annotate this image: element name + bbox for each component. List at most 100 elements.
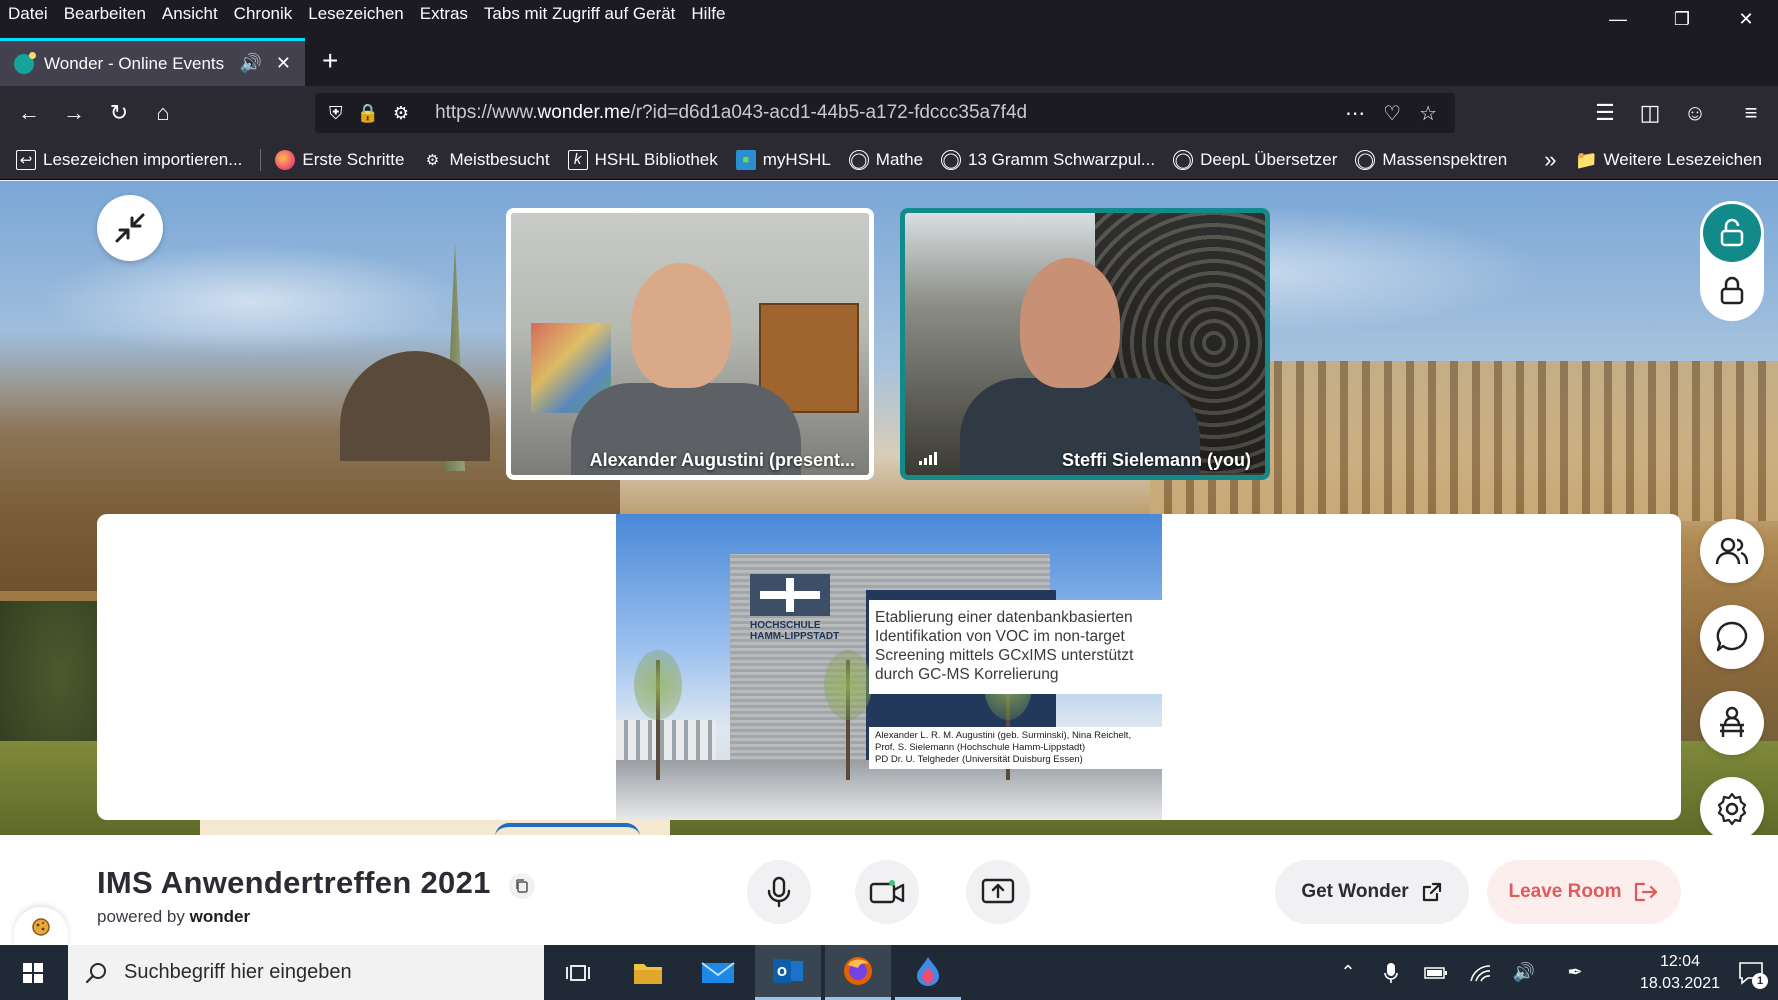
permissions-icon[interactable]: ⚙ bbox=[393, 103, 409, 124]
close-tab-icon[interactable]: ✕ bbox=[276, 53, 291, 74]
bookmarks-overflow-icon[interactable]: » bbox=[1544, 147, 1556, 173]
menu-hilfe[interactable]: Hilfe bbox=[691, 4, 725, 24]
sidebar-icon[interactable]: ◫ bbox=[1633, 96, 1667, 130]
people-icon bbox=[1715, 537, 1749, 565]
bookmark-deepl[interactable]: ◯ DeepL Übersetzer bbox=[1173, 149, 1337, 170]
wonder-app-button[interactable] bbox=[895, 945, 961, 1000]
speaker-desk-button[interactable] bbox=[1700, 691, 1764, 755]
menu-datei[interactable]: Datei bbox=[8, 4, 48, 24]
unlock-button[interactable] bbox=[1703, 204, 1761, 262]
new-tab-icon[interactable]: + bbox=[322, 46, 338, 76]
podium-icon bbox=[1720, 706, 1744, 737]
menu-ansicht[interactable]: Ansicht bbox=[162, 4, 218, 24]
library-icon[interactable]: ☰ bbox=[1588, 96, 1622, 130]
bookmark-hshl-bibliothek[interactable]: k HSHL Bibliothek bbox=[567, 149, 718, 170]
people-button[interactable] bbox=[1700, 519, 1764, 583]
outlook-button[interactable]: O bbox=[755, 945, 821, 1000]
collapse-arrows-icon bbox=[115, 213, 145, 243]
url-text[interactable]: https://www.wonder.me/r?id=d6d1a043-acd1… bbox=[435, 102, 1345, 124]
participant-tile-presenter[interactable]: Alexander Augustini (present... bbox=[506, 208, 874, 480]
tray-microphone-icon[interactable] bbox=[1378, 945, 1404, 1000]
clock-date: 18.03.2021 bbox=[1639, 975, 1720, 992]
wifi-icon[interactable] bbox=[1466, 945, 1494, 1000]
cookie-settings-button[interactable] bbox=[14, 907, 68, 947]
participant-tile-self[interactable]: Steffi Sielemann (you) bbox=[900, 208, 1270, 480]
microphone-button[interactable] bbox=[747, 860, 811, 924]
close-window-icon[interactable]: ✕ bbox=[1714, 0, 1778, 38]
firefox-taskbar-button[interactable] bbox=[825, 945, 891, 1000]
hamburger-menu-icon[interactable]: ≡ bbox=[1734, 96, 1768, 130]
reload-icon[interactable]: ↻ bbox=[102, 96, 136, 130]
bookmark-schwarzpulver[interactable]: ◯ 13 Gramm Schwarzpul... bbox=[941, 149, 1155, 170]
copy-link-button[interactable] bbox=[509, 873, 535, 899]
speaker-icon[interactable]: 🔊 bbox=[239, 53, 261, 74]
mail-icon bbox=[701, 961, 735, 983]
unlocked-icon bbox=[1720, 218, 1744, 247]
get-wonder-button[interactable]: Get Wonder bbox=[1275, 860, 1469, 924]
room-footer: IMS Anwendertreffen 2021 powered by wond… bbox=[0, 835, 1778, 947]
task-view-icon bbox=[566, 964, 590, 981]
settings-button[interactable] bbox=[1700, 777, 1764, 835]
camera-button[interactable] bbox=[855, 860, 919, 924]
external-link-icon bbox=[1422, 882, 1441, 902]
minimize-icon[interactable]: — bbox=[1586, 0, 1650, 38]
home-icon[interactable]: ⌂ bbox=[146, 96, 180, 130]
participant-name: Steffi Sielemann (you) bbox=[1061, 450, 1251, 470]
bookmark-mathe[interactable]: ◯ Mathe bbox=[848, 149, 923, 170]
lock-button[interactable] bbox=[1703, 263, 1761, 318]
account-icon[interactable]: ☺ bbox=[1678, 96, 1712, 130]
taskbar-search[interactable]: Suchbegriff hier eingeben bbox=[68, 945, 544, 1000]
firefox-icon bbox=[275, 149, 296, 170]
screenshare-button[interactable] bbox=[966, 860, 1030, 924]
menu-tabs-geraet[interactable]: Tabs mit Zugriff auf Gerät bbox=[484, 4, 675, 24]
bookmark-meistbesucht[interactable]: ⚙ Meistbesucht bbox=[422, 150, 550, 170]
forward-icon[interactable]: → bbox=[57, 96, 91, 130]
bookmark-weitere[interactable]: 📁 Weitere Lesezeichen bbox=[1575, 150, 1762, 170]
bookmark-import[interactable]: ↩ Lesezeichen importieren... bbox=[16, 149, 242, 170]
pen-icon[interactable]: ✒ bbox=[1562, 945, 1588, 1000]
menu-extras[interactable]: Extras bbox=[420, 4, 468, 24]
start-button[interactable] bbox=[0, 945, 66, 1000]
bookmarks-toolbar: ↩ Lesezeichen importieren... Erste Schri… bbox=[0, 140, 1778, 180]
battery-icon[interactable] bbox=[1422, 945, 1450, 1000]
person-head bbox=[1020, 258, 1120, 388]
back-icon[interactable]: ← bbox=[12, 96, 46, 130]
lock-toggle-group bbox=[1700, 201, 1764, 321]
map-arc bbox=[495, 823, 640, 835]
lock-icon[interactable]: 🔒 bbox=[357, 103, 379, 124]
cookie-icon bbox=[32, 918, 50, 936]
notification-center-button[interactable]: 1 bbox=[1732, 955, 1770, 991]
volume-icon[interactable]: 🔊 bbox=[1510, 945, 1538, 1000]
collapse-button[interactable] bbox=[97, 195, 163, 261]
menu-lesezeichen[interactable]: Lesezeichen bbox=[308, 4, 403, 24]
mail-button[interactable] bbox=[685, 945, 751, 1000]
tracking-shield-icon[interactable]: ⛨ bbox=[329, 103, 343, 124]
microphone-icon bbox=[767, 876, 791, 908]
signal-strength-icon bbox=[919, 452, 937, 465]
tab-wonder[interactable]: Wonder - Online Events 🔊 ✕ bbox=[0, 38, 305, 86]
menu-bearbeiten[interactable]: Bearbeiten bbox=[64, 4, 146, 24]
gear-icon: ⚙ bbox=[425, 151, 440, 169]
leave-room-button[interactable]: Leave Room bbox=[1487, 860, 1681, 924]
bookmark-star-icon[interactable]: ☆ bbox=[1419, 101, 1437, 126]
tray-overflow-icon[interactable]: ⌃ bbox=[1335, 945, 1361, 1000]
restore-icon[interactable]: ❐ bbox=[1650, 0, 1714, 38]
taskbar-clock[interactable]: 12:04 18.03.2021 bbox=[1640, 951, 1720, 995]
file-explorer-button[interactable] bbox=[615, 945, 681, 1000]
room-background: Alexander Augustini (present... Steffi S… bbox=[0, 181, 1778, 835]
wonder-favicon-icon bbox=[14, 51, 36, 74]
windows-taskbar: Suchbegriff hier eingeben O ⌃ 🔊 ✒ 12:04 … bbox=[0, 945, 1778, 1000]
chat-button[interactable] bbox=[1700, 605, 1764, 669]
screenshare-panel[interactable]: HOCHSCHULE HAMM-LIPPSTADT Etablierung ei… bbox=[97, 514, 1681, 820]
bookmark-myhshl[interactable]: ■ myHSHL bbox=[735, 149, 831, 170]
locked-icon bbox=[1720, 276, 1744, 304]
screenshare-icon bbox=[981, 878, 1015, 904]
bookmark-erste-schritte[interactable]: Erste Schritte bbox=[275, 149, 404, 170]
presentation-slide: HOCHSCHULE HAMM-LIPPSTADT Etablierung ei… bbox=[616, 514, 1162, 820]
more-actions-icon[interactable]: ⋯ bbox=[1345, 101, 1365, 126]
bookmark-massenspektren[interactable]: ◯ Massenspektren bbox=[1355, 149, 1507, 170]
task-view-button[interactable] bbox=[545, 945, 611, 1000]
url-bar[interactable]: ⛨ 🔒 ⚙ https://www.wonder.me/r?id=d6d1a04… bbox=[315, 93, 1455, 133]
menu-chronik[interactable]: Chronik bbox=[234, 4, 293, 24]
pocket-icon[interactable]: ♡ bbox=[1383, 101, 1401, 126]
